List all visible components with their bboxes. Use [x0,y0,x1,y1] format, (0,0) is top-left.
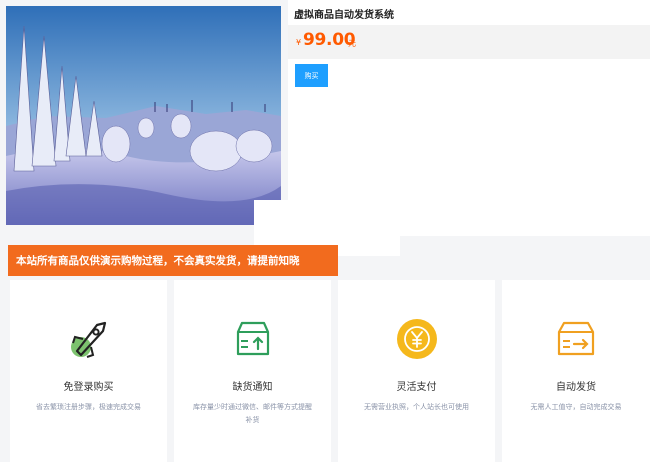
yuan-coin-icon [395,317,439,361]
feature-title: 自动发货 [556,382,596,393]
feature-card-auto-delivery: 自动发货 无需人工值守，自动完成交易 [502,280,650,462]
box-arrow-icon [554,317,598,361]
notice-banner: 本站所有商品仅供演示购物过程，不会真实发货，请提前知晓 [8,245,338,276]
features-section: 免登录购买 省去繁琐注册步骤，极速完成交易 缺货通知 库存量少时通过微信、邮件等… [6,280,650,462]
feature-desc: 无需人工值守，自动完成交易 [530,403,622,411]
feature-desc: 省去繁琐注册步骤，极速完成交易 [36,403,141,411]
feature-title: 灵活支付 [396,382,437,393]
feature-desc: 库存量少时通过微信、邮件等方式提醒补货 [193,403,312,424]
price-box: ¥ 99.00 元 [288,25,650,59]
feature-title: 免登录购买 [63,382,114,393]
buy-button[interactable]: 购买 [295,64,328,87]
feature-title: 缺货通知 [232,382,273,393]
product-image [6,6,281,225]
feature-desc: 无需营业执照，个人站长也可使用 [364,403,469,411]
feature-card-login-free: 免登录购买 省去繁琐注册步骤，极速完成交易 [10,280,167,462]
product-title: 虚拟商品自动发货系统 [294,10,394,21]
feature-card-flexible-payment: 灵活支付 无需营业执照，个人站长也可使用 [338,280,495,462]
price-currency: ¥ [296,38,302,47]
price-unit: 元 [348,39,356,48]
page: 虚拟商品自动发货系统 ¥ 99.00 元 购买 本站所有商品仅供演示购物过程，不… [0,0,650,462]
feature-card-stock-notice: 缺货通知 库存量少时通过微信、邮件等方式提醒补货 [174,280,331,462]
rocket-icon [67,317,111,361]
box-upload-icon [231,317,275,361]
